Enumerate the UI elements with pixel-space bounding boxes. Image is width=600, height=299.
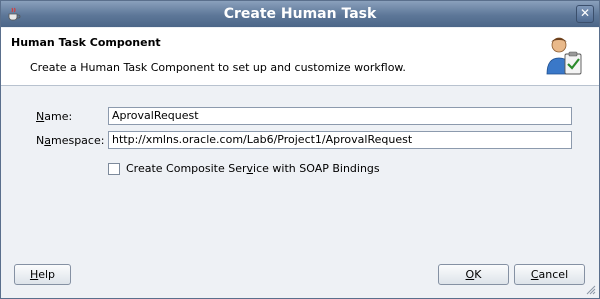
namespace-label-text: mespace: [50,134,105,147]
ok-label: K [474,268,482,281]
title-bar[interactable]: Create Human Task ✕ [1,1,599,27]
human-task-user-clipboard-icon [546,37,582,75]
cancel-mnemonic: C [530,268,539,281]
help-label: elp [38,268,56,281]
composite-service-checkbox[interactable] [108,163,120,175]
dialog-title: Create Human Task [223,6,377,22]
help-mnemonic: H [29,268,39,281]
name-field[interactable]: AprovalRequest [108,107,572,125]
close-icon: ✕ [579,6,591,20]
ok-mnemonic: O [465,268,475,281]
namespace-label: Namespace: [36,134,104,147]
composite-label-text: ice with SOAP Bindings [253,162,380,175]
close-button[interactable]: ✕ [576,5,594,23]
composite-service-label[interactable]: Create Composite Service with SOAP Bindi… [126,162,380,175]
header-panel: Human Task Component Create a Human Task… [1,28,599,86]
cancel-button[interactable]: Cancel [514,264,585,285]
namespace-label-mnemonic: a [44,134,51,147]
namespace-label-prefix: N [36,134,45,147]
name-label-text: ame: [44,110,73,123]
namespace-field[interactable]: http://xmlns.oracle.com/Lab6/Project1/Ap… [108,131,572,149]
composite-label-prefix: Create Composite Ser [126,162,247,175]
header-title: Human Task Component [11,36,161,49]
name-label-mnemonic: N [36,110,45,123]
resize-grip-icon[interactable] [586,285,596,295]
header-description: Create a Human Task Component to set up … [30,61,406,74]
ok-button[interactable]: OK [438,264,509,285]
cancel-label: ancel [538,268,569,281]
name-label: Name: [36,110,72,123]
help-button[interactable]: Help [14,264,71,285]
create-human-task-dialog: Create Human Task ✕ Human Task Component… [0,0,600,299]
